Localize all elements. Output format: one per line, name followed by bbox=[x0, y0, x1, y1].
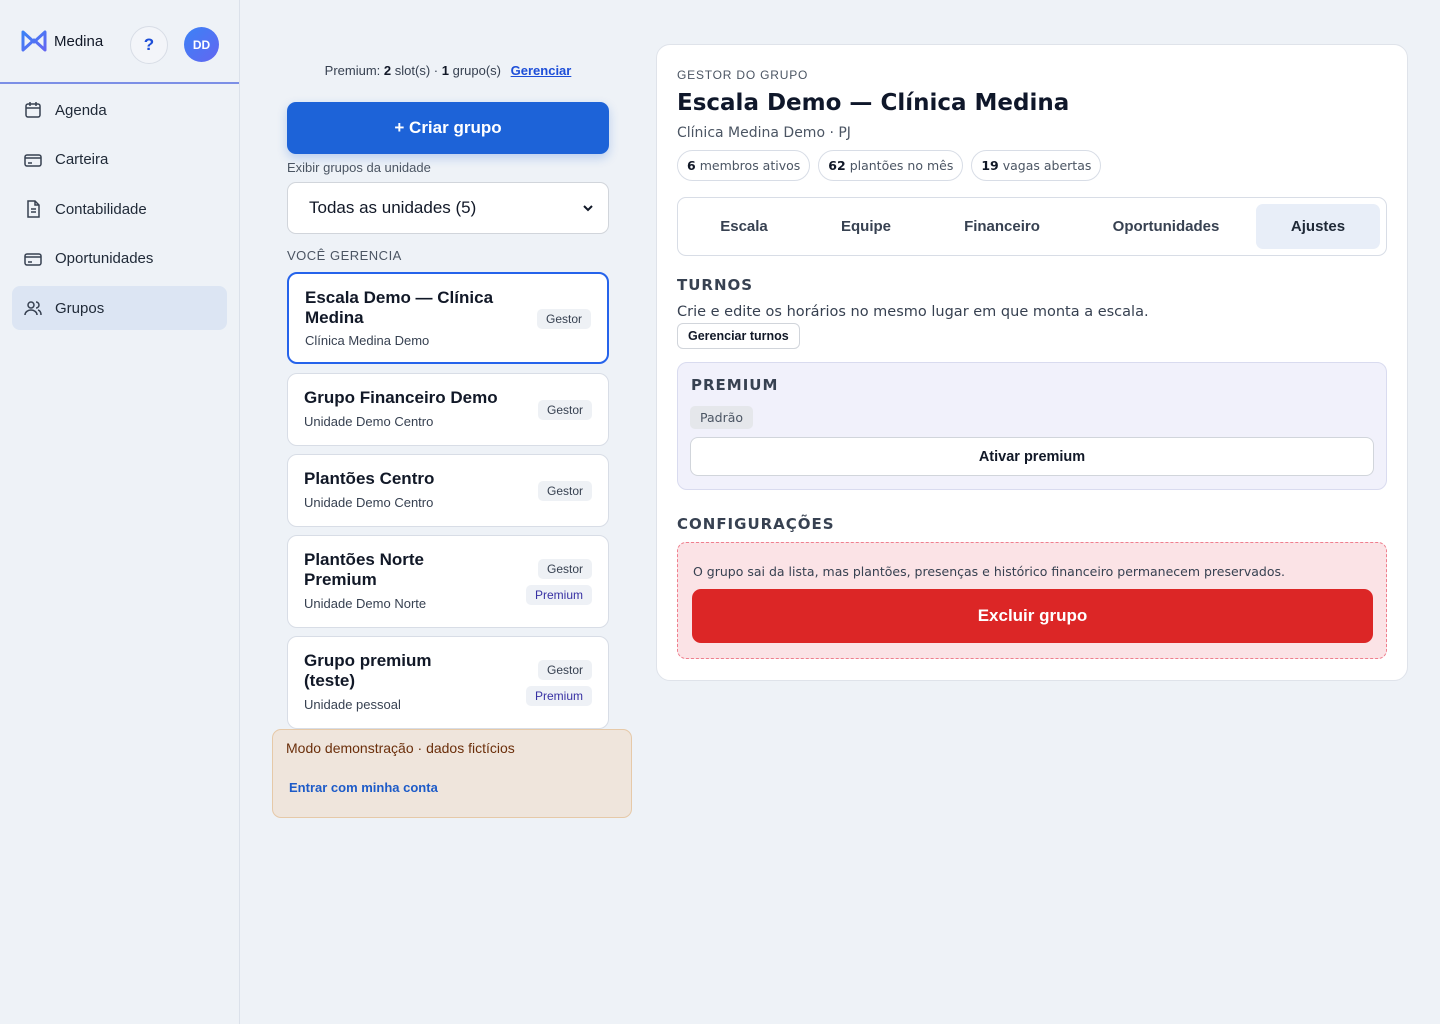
role-badge: Gestor bbox=[537, 481, 592, 501]
group-card-title: Plantões Norte Premium bbox=[304, 550, 424, 589]
premium-slots-label: slot(s) · bbox=[394, 63, 439, 78]
group-card[interactable]: Escala Demo — Clínica Medina Clínica Med… bbox=[287, 272, 609, 364]
stat-pill-shifts: 62 plantões no mês bbox=[818, 150, 964, 181]
user-avatar[interactable]: DD bbox=[184, 27, 219, 62]
premium-summary: Premium: 2 slot(s) · 1 grupo(s) Gerencia… bbox=[287, 63, 609, 78]
unit-filter-value: Todas as unidades (5) bbox=[309, 198, 477, 217]
group-card[interactable]: Plantões Norte Premium Unidade Demo Nort… bbox=[287, 535, 609, 628]
sidebar-item-oportunidades[interactable]: Oportunidades bbox=[12, 237, 227, 281]
logo[interactable]: Medina bbox=[20, 28, 103, 54]
role-badge: Gestor bbox=[537, 660, 592, 680]
tab-ajustes[interactable]: Ajustes bbox=[1256, 204, 1380, 249]
role-badge: Gestor bbox=[537, 400, 592, 420]
danger-zone: O grupo sai da lista, mas plantões, pres… bbox=[677, 542, 1387, 659]
create-group-button[interactable]: + Criar grupo bbox=[287, 102, 609, 154]
premium-slots-count: 2 bbox=[383, 63, 392, 78]
group-detail-panel: GESTOR DO GRUPO Escala Demo — Clínica Me… bbox=[656, 44, 1408, 681]
group-card-title: Escala Demo — Clínica Medina bbox=[305, 288, 494, 327]
unit-filter-label: Exibir grupos da unidade bbox=[287, 160, 431, 175]
premium-badge: Premium bbox=[525, 585, 592, 605]
stat-label: plantões no mês bbox=[849, 158, 954, 173]
premium-groups-count: 1 bbox=[441, 63, 449, 78]
sidebar-item-grupos[interactable]: Grupos bbox=[12, 286, 227, 330]
section-heading-premium: PREMIUM bbox=[691, 376, 779, 394]
manage-premium-link[interactable]: Gerenciar bbox=[511, 63, 572, 78]
role-eyebrow: GESTOR DO GRUPO bbox=[677, 68, 809, 82]
group-card-title: Plantões Centro bbox=[304, 469, 435, 488]
stat-label: vagas abertas bbox=[1002, 158, 1092, 173]
stat-pill-openings: 19 vagas abertas bbox=[971, 150, 1102, 181]
sidebar-item-carteira[interactable]: Carteira bbox=[12, 138, 227, 182]
sidebar: Medina ? DD Agenda Carteira Contabilidad… bbox=[0, 0, 240, 1024]
premium-section: PREMIUM Padrão Ativar premium bbox=[677, 362, 1387, 490]
sidebar-item-contabilidade[interactable]: Contabilidade bbox=[12, 187, 227, 231]
medina-logo-icon bbox=[21, 30, 47, 52]
stat-pill-members: 6 membros ativos bbox=[677, 150, 811, 181]
login-link[interactable]: Entrar com minha conta bbox=[289, 780, 438, 795]
group-card-subtitle: Unidade Demo Norte bbox=[304, 596, 427, 611]
stat-value: 19 bbox=[981, 158, 999, 173]
premium-groups-label: grupo(s) bbox=[452, 63, 502, 78]
detail-tabs: Escala Equipe Financeiro Oportunidades A… bbox=[677, 197, 1387, 256]
tab-financeiro[interactable]: Financeiro bbox=[928, 204, 1076, 249]
chevron-down-icon bbox=[583, 205, 593, 212]
role-badge: Gestor bbox=[537, 559, 592, 579]
plan-status-badge: Padrão bbox=[690, 406, 754, 429]
help-button[interactable]: ? bbox=[130, 26, 168, 64]
section-heading-config: CONFIGURAÇÕES bbox=[677, 515, 835, 533]
tab-oportunidades[interactable]: Oportunidades bbox=[1076, 204, 1256, 249]
sidebar-item-label: Contabilidade bbox=[55, 200, 147, 218]
group-card-subtitle: Unidade pessoal bbox=[304, 697, 401, 712]
demo-notice: Modo demonstração · dados fictícios Entr… bbox=[272, 729, 632, 818]
calendar-icon bbox=[25, 102, 41, 118]
group-card[interactable]: Grupo premium (teste) Unidade pessoal Ge… bbox=[287, 636, 609, 729]
turnos-description: Crie e edite os horários no mesmo lugar … bbox=[677, 304, 1149, 320]
sidebar-nav: Agenda Carteira Contabilidade Oportunida… bbox=[0, 84, 239, 340]
stat-value: 6 bbox=[687, 158, 696, 173]
section-label-you-manage: VOCÊ GERENCIA bbox=[287, 248, 402, 263]
sidebar-item-label: Carteira bbox=[55, 151, 109, 168]
group-card-subtitle: Unidade Demo Centro bbox=[304, 414, 434, 429]
premium-prefix: Premium: bbox=[324, 63, 381, 78]
sidebar-item-agenda[interactable]: Agenda bbox=[12, 88, 227, 132]
role-badge: Gestor bbox=[536, 309, 591, 329]
users-icon bbox=[24, 301, 42, 316]
group-card-title: Grupo Financeiro Demo bbox=[304, 388, 498, 407]
stats-row: 6 membros ativos 62 plantões no mês 19 v… bbox=[677, 150, 1102, 181]
manage-shifts-button[interactable]: Gerenciar turnos bbox=[677, 323, 800, 349]
sidebar-item-label: Grupos bbox=[55, 299, 105, 317]
tab-equipe[interactable]: Equipe bbox=[804, 204, 928, 249]
group-card-subtitle: Clínica Medina Demo bbox=[305, 333, 430, 348]
sidebar-item-label: Oportunidades bbox=[55, 250, 154, 267]
demo-notice-text: Modo demonstração · dados fictícios bbox=[286, 740, 515, 756]
app-name: Medina bbox=[54, 32, 104, 50]
delete-group-button[interactable]: Excluir grupo bbox=[692, 589, 1373, 643]
wallet-icon bbox=[24, 153, 42, 167]
group-subtitle: Clínica Medina Demo · PJ bbox=[677, 125, 851, 141]
page-title: Escala Demo — Clínica Medina bbox=[677, 90, 1070, 116]
group-card-subtitle: Unidade Demo Centro bbox=[304, 495, 434, 510]
activate-premium-button[interactable]: Ativar premium bbox=[690, 437, 1374, 476]
group-card[interactable]: Grupo Financeiro Demo Unidade Demo Centr… bbox=[287, 373, 609, 446]
card-icon bbox=[24, 252, 42, 266]
group-card[interactable]: Plantões Centro Unidade Demo Centro Gest… bbox=[287, 454, 609, 527]
group-card-title: Grupo premium (teste) bbox=[304, 651, 432, 690]
tab-escala[interactable]: Escala bbox=[684, 204, 804, 249]
section-heading-turnos: TURNOS bbox=[677, 276, 754, 294]
document-icon bbox=[27, 200, 40, 218]
stat-value: 62 bbox=[828, 158, 846, 173]
premium-badge: Premium bbox=[525, 686, 592, 706]
delete-warning-text: O grupo sai da lista, mas plantões, pres… bbox=[693, 564, 1285, 579]
unit-filter-select[interactable]: Todas as unidades (5) bbox=[287, 182, 609, 234]
sidebar-item-label: Agenda bbox=[55, 101, 107, 119]
stat-label: membros ativos bbox=[699, 158, 801, 173]
